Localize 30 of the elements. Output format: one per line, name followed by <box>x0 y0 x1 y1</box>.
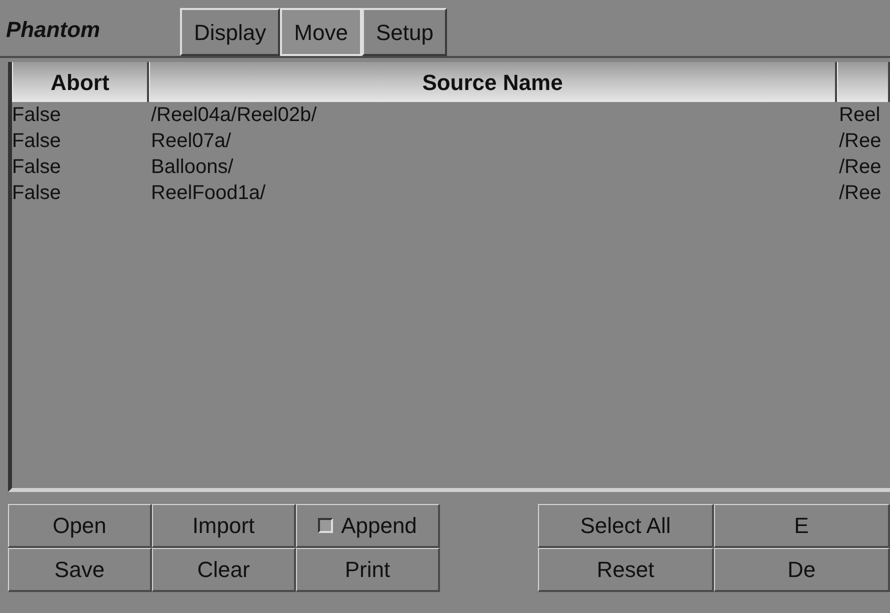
tab[interactable]: Setup <box>362 8 448 56</box>
tab[interactable]: Move <box>280 8 362 56</box>
action-button[interactable]: Select All <box>538 504 714 548</box>
table-cell-text: False <box>12 155 62 180</box>
table-cell-text: /Ree <box>838 181 882 206</box>
table-cell-text: /Ree <box>838 129 882 154</box>
action-button[interactable]: Print <box>296 548 440 592</box>
table-cell-text: /Ree <box>838 155 882 180</box>
action-button[interactable]: Save <box>8 548 152 592</box>
table-cell-text: False <box>12 129 62 154</box>
table-cell-text: Reel07a/ <box>150 129 232 154</box>
column-header[interactable]: Abort <box>12 62 149 102</box>
table-cell-text: Balloons/ <box>150 155 234 180</box>
checkbox[interactable] <box>318 518 334 533</box>
column-header[interactable] <box>837 62 890 102</box>
column-header[interactable]: Source Name <box>149 62 837 102</box>
action-button[interactable]: Import <box>152 504 296 548</box>
table-cell-text: /Reel04a/Reel02b/ <box>150 103 318 128</box>
table-cell-text: False <box>12 103 62 128</box>
action-button[interactable]: Clear <box>152 548 296 592</box>
action-button[interactable]: E <box>714 504 890 548</box>
append-checkbox[interactable]: Append <box>296 504 440 548</box>
app-title: Phantom <box>5 16 102 44</box>
action-button[interactable]: Open <box>8 504 152 548</box>
table-cell-text: False <box>12 181 62 206</box>
table-cell-text: ReelFood1a/ <box>150 181 267 206</box>
table-cell-text: Reel <box>838 103 882 128</box>
action-button[interactable]: De <box>714 548 890 592</box>
action-button[interactable]: Reset <box>538 548 714 592</box>
tab[interactable]: Display <box>180 8 280 56</box>
